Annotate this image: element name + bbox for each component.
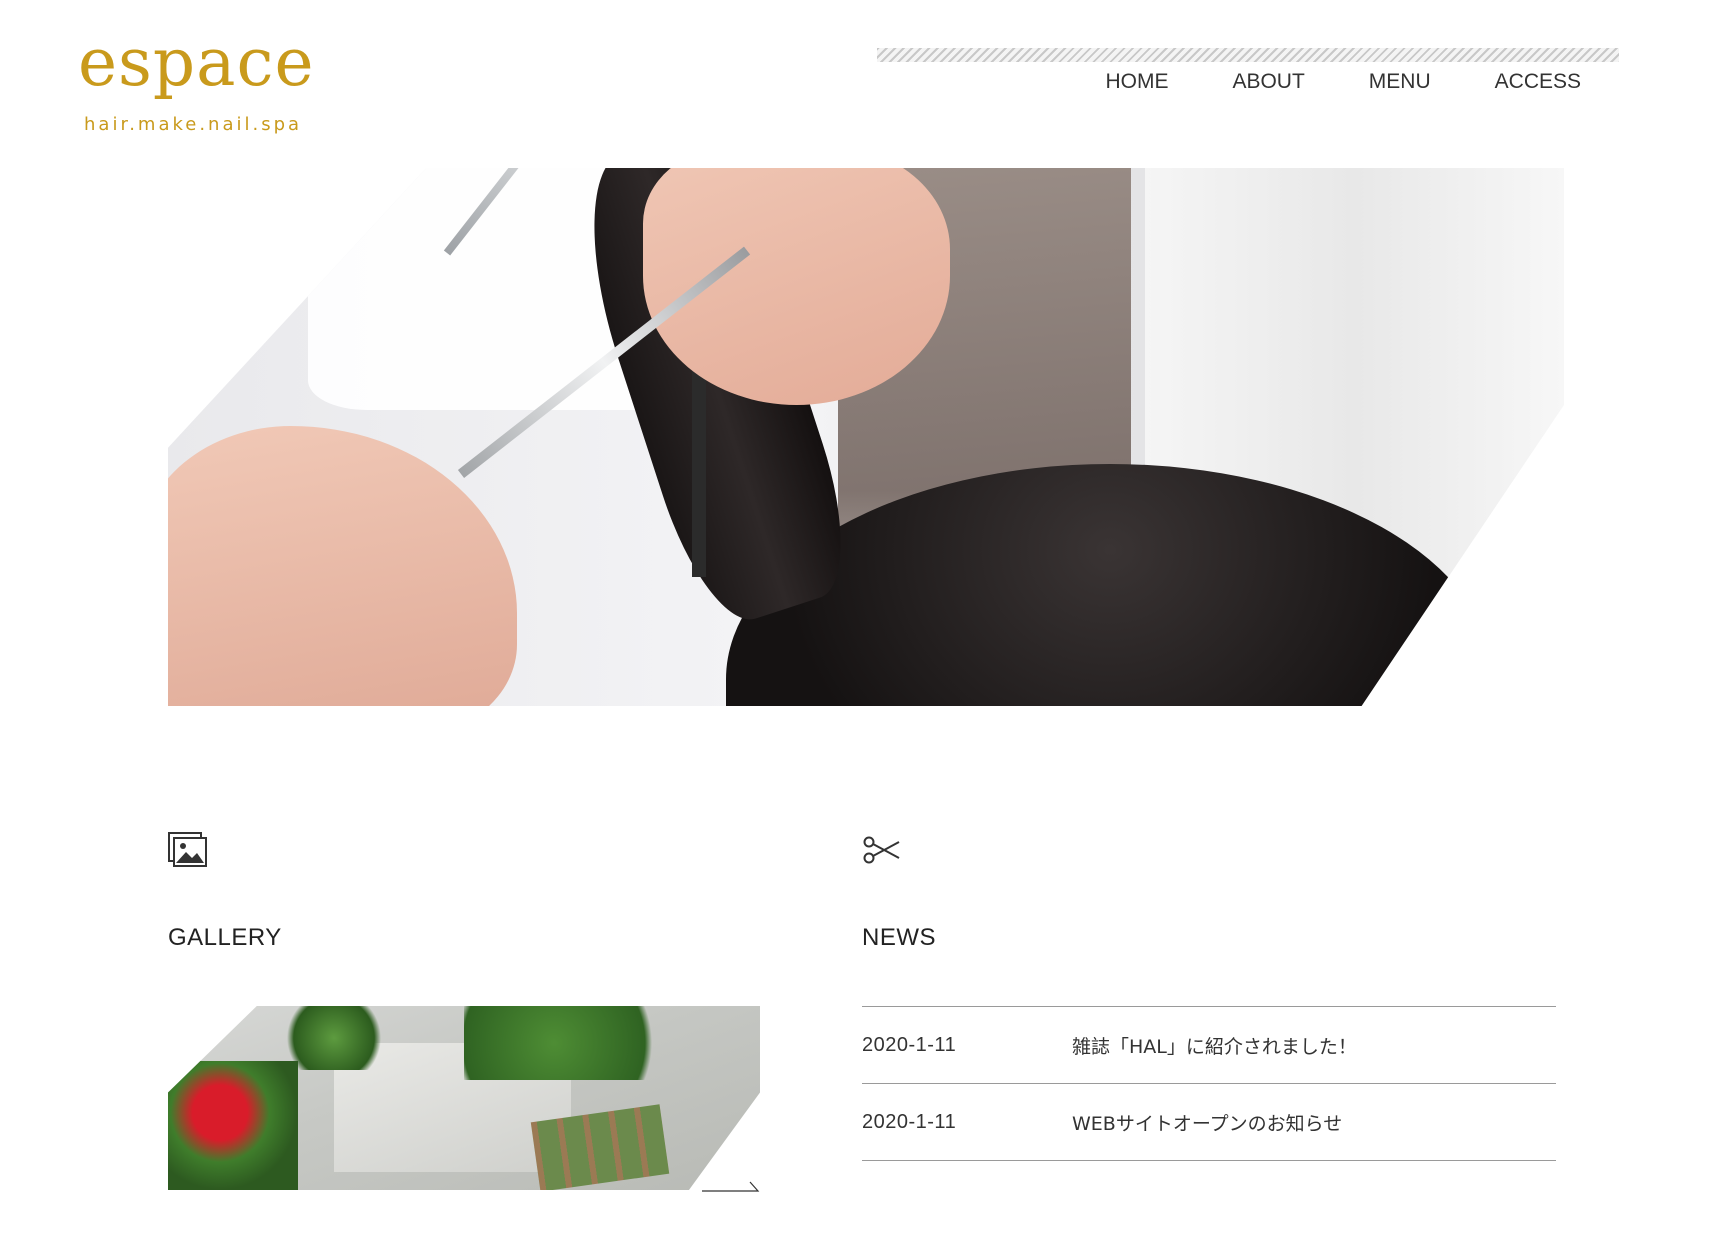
gallery-thumbnail[interactable] — [168, 1006, 760, 1190]
logo-tagline: hair.make.nail.spa — [84, 114, 303, 135]
news-text: 雑誌「HAL」に紹介されました！ — [1072, 1035, 1357, 1058]
gallery-more-arrow-icon[interactable] — [702, 1180, 760, 1192]
logo-wordmark: espace — [78, 24, 315, 101]
gallery-poinsettia — [168, 1061, 299, 1190]
news-text: WEBサイトオープンのお知らせ — [1072, 1112, 1343, 1135]
scissors-icon — [863, 836, 900, 864]
news-list: 2020-1-11 雑誌「HAL」に紹介されました！ 2020-1-11 WEB… — [862, 1006, 1556, 1161]
site-logo[interactable]: espace hair.make.nail.spa — [78, 24, 315, 136]
nav-about[interactable]: ABOUT — [1200, 70, 1336, 94]
news-item[interactable]: 2020-1-11 雑誌「HAL」に紹介されました！ — [862, 1007, 1556, 1084]
nav-decorative-stripe — [877, 48, 1619, 62]
nav-menu[interactable]: MENU — [1337, 70, 1463, 94]
news-date: 2020-1-11 — [862, 1033, 957, 1056]
gallery-plant — [464, 1006, 689, 1080]
main-nav: HOME ABOUT MENU ACCESS — [1073, 70, 1601, 94]
news-item[interactable]: 2020-1-11 WEBサイトオープンのお知らせ — [862, 1084, 1556, 1161]
image-icon — [168, 832, 207, 867]
gallery-title: GALLERY — [168, 924, 282, 951]
nav-access[interactable]: ACCESS — [1463, 70, 1601, 94]
news-date: 2020-1-11 — [862, 1110, 957, 1133]
hero-image — [168, 168, 1564, 706]
hero-comb — [691, 361, 706, 577]
news-title: NEWS — [862, 924, 936, 951]
nav-home[interactable]: HOME — [1073, 70, 1200, 94]
